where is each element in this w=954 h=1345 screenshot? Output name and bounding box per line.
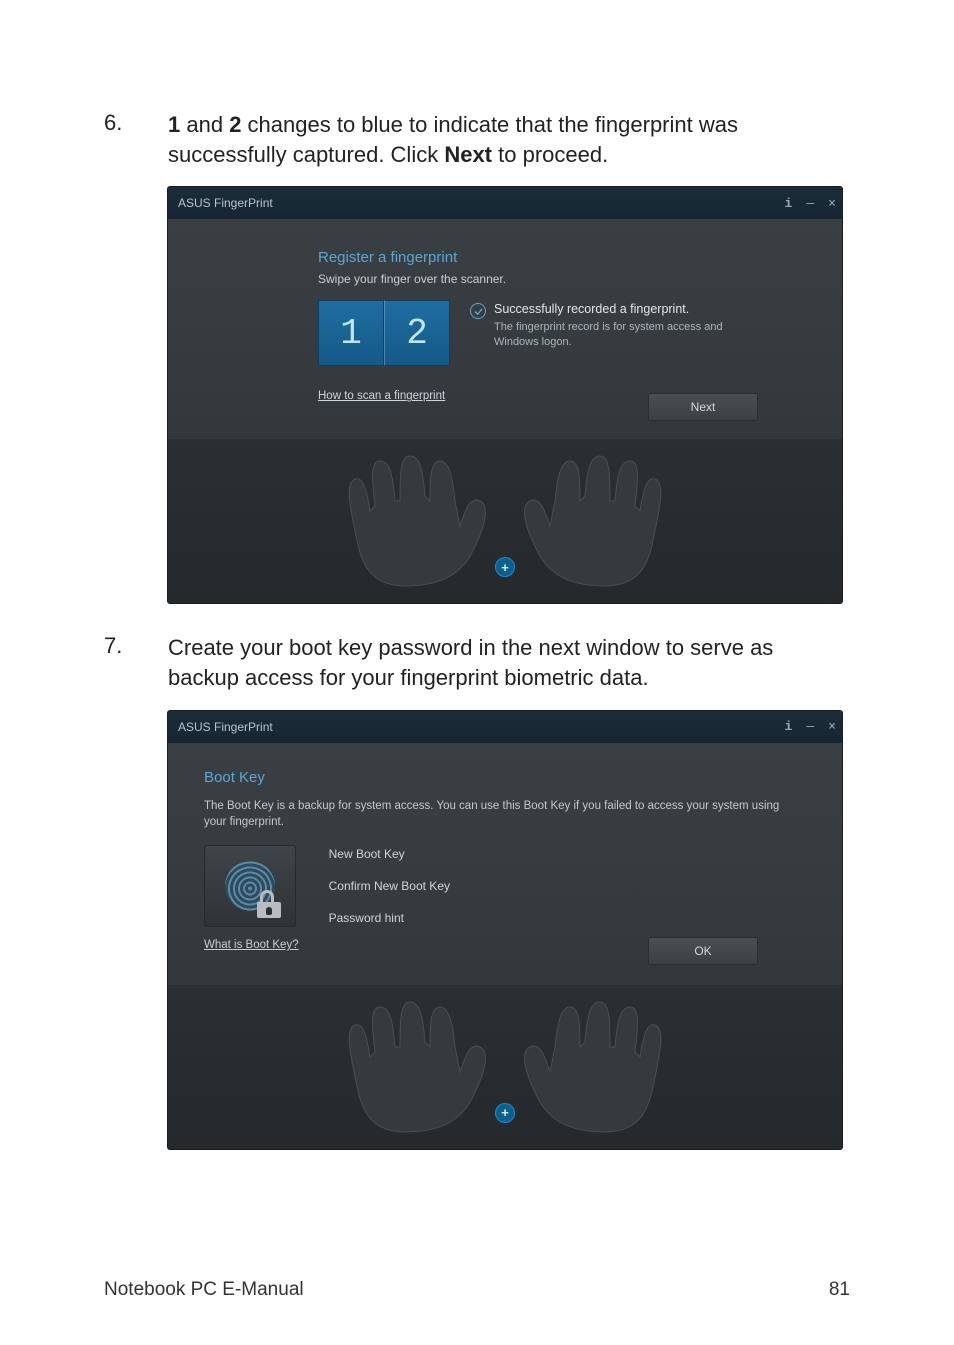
right-hand-icon [505, 997, 705, 1137]
bootkey-desc: The Boot Key is a backup for system acce… [204, 798, 804, 831]
titlebar: ASUS FingerPrint i — × [168, 711, 842, 743]
bootkey-fields: New Boot Key Confirm New Boot Key Passwo… [329, 845, 806, 943]
register-heading: Register a fingerprint [318, 249, 806, 266]
status-row: Successfully recorded a fingerprint. The… [470, 302, 734, 350]
fingerprint-lock-icon [204, 845, 296, 927]
check-icon [470, 303, 486, 319]
scan-counter-1: 1 [318, 300, 384, 366]
page: 6. 1 and 2 changes to blue to indicate t… [0, 0, 954, 1345]
t1: and [180, 112, 229, 137]
info-icon[interactable]: i [785, 719, 793, 734]
step-number: 6. [104, 110, 168, 136]
step-text: 1 and 2 changes to blue to indicate that… [168, 110, 850, 169]
right-hand-icon [505, 451, 705, 591]
close-icon[interactable]: × [828, 719, 836, 734]
step-7: 7. Create your boot key password in the … [104, 633, 850, 692]
next-button[interactable]: Next [648, 393, 758, 421]
register-subheading: Swipe your finger over the scanner. [318, 272, 806, 286]
step-6: 6. 1 and 2 changes to blue to indicate t… [104, 110, 850, 169]
window-controls: i — × [785, 187, 836, 219]
minimize-icon[interactable]: — [806, 196, 814, 211]
scan-counter-2: 2 [384, 300, 450, 366]
hands-panel: + [168, 439, 842, 603]
new-bootkey-field[interactable]: New Boot Key [329, 847, 806, 861]
t3: to proceed. [492, 142, 608, 167]
register-panel: Register a fingerprint Swipe your finger… [168, 219, 842, 439]
footer-title: Notebook PC E-Manual [104, 1279, 304, 1301]
left-hand-icon [305, 997, 505, 1137]
minimize-icon[interactable]: — [806, 719, 814, 734]
status-column: Successfully recorded a fingerprint. The… [470, 300, 734, 350]
password-hint-field[interactable]: Password hint [329, 911, 806, 925]
how-to-scan-link[interactable]: How to scan a fingerprint [318, 390, 445, 402]
close-icon[interactable]: × [828, 196, 836, 211]
page-number: 81 [829, 1279, 850, 1301]
info-icon[interactable]: i [785, 196, 793, 211]
status-title: Successfully recorded a fingerprint. [494, 302, 734, 316]
bold-1: 1 [168, 112, 180, 137]
window-title: ASUS FingerPrint [178, 720, 273, 734]
status-desc: The fingerprint record is for system acc… [494, 320, 734, 350]
window-controls: i — × [785, 711, 836, 743]
window-title: ASUS FingerPrint [178, 196, 273, 210]
scan-row: 1 2 Successfully recorded a fingerprint.… [318, 300, 806, 366]
screenshot-boot-key: ASUS FingerPrint i — × Boot Key The Boot… [168, 711, 842, 1149]
screenshot-register-fingerprint: ASUS FingerPrint i — × Register a finger… [168, 187, 842, 603]
padlock-icon [257, 892, 281, 918]
bootkey-heading: Boot Key [204, 769, 806, 786]
confirm-bootkey-field[interactable]: Confirm New Boot Key [329, 879, 806, 893]
status-texts: Successfully recorded a fingerprint. The… [494, 302, 734, 350]
scan-counters: 1 2 [318, 300, 450, 366]
bootkey-left-col: What is Boot Key? [204, 845, 299, 953]
titlebar: ASUS FingerPrint i — × [168, 187, 842, 219]
step-text: Create your boot key password in the nex… [168, 633, 850, 692]
bold-next: Next [444, 142, 492, 167]
step-number: 7. [104, 633, 168, 659]
page-footer: Notebook PC E-Manual 81 [104, 1279, 850, 1301]
bold-2: 2 [229, 112, 241, 137]
what-is-bootkey-link[interactable]: What is Boot Key? [204, 939, 299, 951]
left-hand-icon [305, 451, 505, 591]
ok-button[interactable]: OK [648, 937, 758, 965]
hands-panel: + [168, 985, 842, 1149]
bootkey-panel: Boot Key The Boot Key is a backup for sy… [168, 743, 842, 985]
